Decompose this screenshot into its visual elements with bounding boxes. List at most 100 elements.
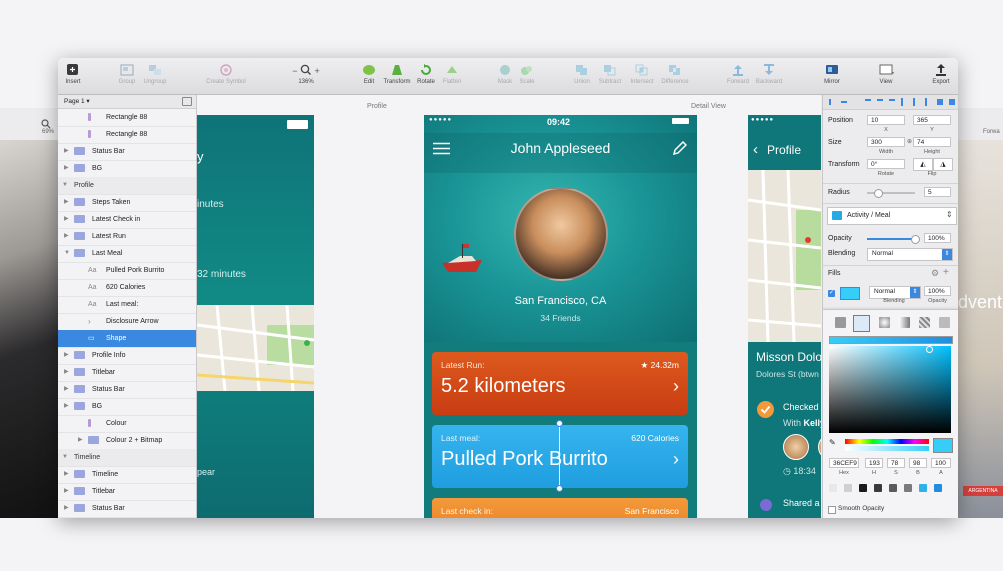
detail-with-name[interactable]: Kelly Goode <box>804 418 821 428</box>
avatar[interactable] <box>514 187 608 281</box>
alignment-icons[interactable] <box>823 95 958 109</box>
layer-group-artboard[interactable]: ▼ Timeline <box>58 449 196 467</box>
scale-button[interactable]: Scale <box>516 64 538 85</box>
shared-style-dropdown[interactable]: Activity / Meal ⇕ <box>827 207 957 225</box>
opacity-slider[interactable] <box>867 238 915 240</box>
radial-gradient-tab[interactable] <box>879 317 890 328</box>
page-selector[interactable]: Page 1 ▾ <box>64 97 90 105</box>
height-field[interactable]: 74 <box>913 137 951 147</box>
disclosure-triangle-icon[interactable]: ▶ <box>64 483 69 500</box>
disclosure-triangle-icon[interactable]: ▶ <box>64 211 69 228</box>
ungroup-button[interactable]: Ungroup <box>142 64 168 85</box>
disclosure-triangle-icon[interactable]: ▶ <box>64 347 69 364</box>
artboard-label-profile[interactable]: Profile <box>367 103 387 110</box>
preset-color-swatch[interactable] <box>934 484 942 492</box>
last-checkin-card[interactable]: Last check in: San Francisco <box>432 498 688 518</box>
disclosure-triangle-icon[interactable]: ▶ <box>78 432 83 449</box>
fill-color-well[interactable] <box>840 287 860 300</box>
layer-row[interactable]: ▶ Titlebar <box>58 483 196 501</box>
opacity-field[interactable]: 100% <box>924 233 951 243</box>
layer-row[interactable]: ▶ Status Bar <box>58 381 196 399</box>
hue-slider[interactable] <box>845 439 929 444</box>
disclosure-triangle-icon[interactable]: ▶ <box>64 500 69 517</box>
blending-select[interactable]: Normal ⇕ <box>867 248 953 261</box>
disclosure-triangle-icon[interactable]: ▶ <box>64 364 69 381</box>
resize-handle-bottom[interactable] <box>556 485 563 492</box>
layer-row[interactable]: ▶ Titlebar <box>58 364 196 382</box>
pencil-icon[interactable] <box>671 140 688 157</box>
disclosure-triangle-icon[interactable]: ▼ <box>62 177 68 194</box>
backward-button[interactable]: Backward <box>752 64 786 85</box>
artboard-detail-view[interactable]: ●●●●● ‹ Profile Misson Dolores Pa Dolore… <box>748 115 821 518</box>
export-button[interactable]: Export <box>930 64 952 85</box>
layer-row[interactable]: ▶ BG <box>58 517 196 518</box>
mirror-button[interactable]: Mirror <box>820 64 844 85</box>
smooth-opacity-checkbox[interactable] <box>828 506 836 514</box>
flip-horizontal-icon[interactable]: ◭ <box>913 158 933 171</box>
forward-button[interactable]: Forward <box>724 64 752 85</box>
preset-color-swatch[interactable] <box>874 484 882 492</box>
mask-button[interactable]: Mask <box>494 64 516 85</box>
map-view[interactable] <box>748 169 821 343</box>
fill-opacity-field[interactable]: 100% <box>924 286 951 296</box>
layer-row[interactable]: › Disclosure Arrow <box>58 313 196 331</box>
add-page-icon[interactable] <box>182 97 192 106</box>
angular-gradient-tab[interactable] <box>899 317 910 328</box>
preset-color-swatch[interactable] <box>844 484 852 492</box>
preset-color-swatch[interactable] <box>919 484 927 492</box>
preset-color-swatch[interactable] <box>859 484 867 492</box>
color-field-cursor[interactable] <box>926 346 933 353</box>
saturation-brightness-field[interactable] <box>829 346 951 433</box>
preset-color-swatch[interactable] <box>889 484 897 492</box>
intersect-button[interactable]: Intersect <box>626 64 658 85</box>
layer-row[interactable]: ▶ Latest Run <box>58 228 196 246</box>
add-fill-plus-icon[interactable]: + <box>943 267 949 278</box>
resize-handle-top[interactable] <box>556 420 563 427</box>
fill-settings-gear-icon[interactable]: ⚙ <box>931 268 939 279</box>
layer-row[interactable]: Rectangle 88 <box>58 109 196 127</box>
disclosure-triangle-icon[interactable]: ▶ <box>64 398 69 415</box>
transform-button[interactable]: Transform <box>380 64 414 85</box>
preset-color-swatch[interactable] <box>904 484 912 492</box>
create-symbol-button[interactable]: Create Symbol <box>202 64 250 85</box>
hex-field[interactable]: 36CEF9 <box>829 458 859 468</box>
flip-vertical-icon[interactable]: ◮ <box>933 158 953 171</box>
alpha-slider[interactable] <box>845 446 929 451</box>
disclosure-triangle-icon[interactable]: ▶ <box>64 466 69 483</box>
fill-enabled-checkbox[interactable]: ✓ <box>828 290 835 297</box>
flatten-button[interactable]: Flatten <box>439 64 465 85</box>
zoom-out-button[interactable]: − <box>292 66 297 76</box>
opacity-slider-knob[interactable] <box>911 235 920 244</box>
difference-button[interactable]: Difference <box>658 64 692 85</box>
back-button[interactable]: Profile <box>767 143 801 157</box>
friend-avatar[interactable] <box>783 434 809 460</box>
layer-row[interactable]: ▭ Shape <box>58 330 196 348</box>
artboard-profile[interactable]: ●●●●● 09:42 John Appleseed San Francisco… <box>424 115 697 518</box>
disclosure-triangle-icon[interactable]: ▶ <box>64 381 69 398</box>
position-y-field[interactable]: 365 <box>913 115 951 125</box>
layer-row[interactable]: ▶ Steps Taken <box>58 194 196 212</box>
layer-row[interactable]: Aa Last meal: <box>58 296 196 314</box>
artboard-left[interactable]: y inutes 32 minutes pear <box>197 115 314 518</box>
disclosure-triangle-icon[interactable]: ▶ <box>64 143 69 160</box>
view-button[interactable]: View <box>873 64 899 85</box>
disclosure-triangle-icon[interactable]: ▶ <box>64 228 69 245</box>
solid-fill-tab[interactable] <box>835 317 846 328</box>
union-button[interactable]: Union <box>570 64 594 85</box>
zoom-in-button[interactable]: + <box>315 66 320 76</box>
width-field[interactable]: 300 <box>867 137 905 147</box>
noise-fill-tab[interactable] <box>939 317 950 328</box>
linear-gradient-tab[interactable] <box>853 315 870 332</box>
radius-field[interactable]: 5 <box>924 187 951 197</box>
layer-row[interactable]: ▶ Timeline <box>58 466 196 484</box>
layer-row[interactable]: ▶ Status Bar <box>58 500 196 518</box>
layer-row[interactable]: ▶ Status Bar <box>58 143 196 161</box>
disclosure-triangle-icon[interactable]: ▼ <box>64 245 70 262</box>
layer-row[interactable]: ▶ Latest Check in <box>58 211 196 229</box>
layer-row[interactable]: ▶ BG <box>58 160 196 178</box>
layer-row[interactable]: ▼ Last Meal <box>58 245 196 263</box>
hue-field[interactable]: 193 <box>865 458 883 468</box>
position-x-field[interactable]: 10 <box>867 115 905 125</box>
layer-group-artboard[interactable]: ▼ Profile <box>58 177 196 195</box>
preset-color-swatch[interactable] <box>829 484 837 492</box>
